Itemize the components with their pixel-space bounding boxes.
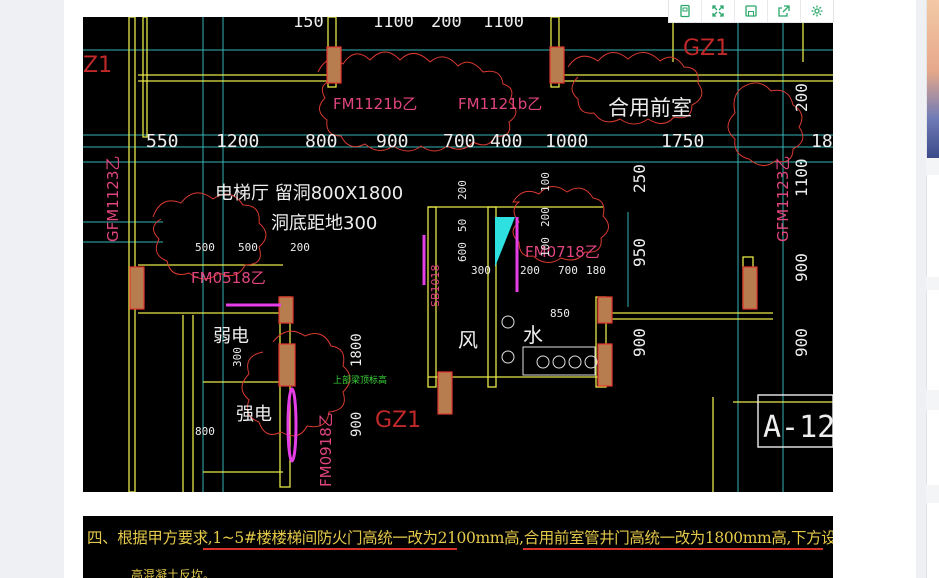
small-dim: 600	[456, 242, 469, 262]
fullscreen-button[interactable]	[701, 0, 734, 22]
share-button[interactable]	[767, 0, 800, 22]
dim-text: 800	[305, 131, 338, 152]
room-label: 合用前室	[608, 96, 692, 120]
sidebar-card[interactable]	[926, 175, 939, 277]
cad-drawing-canvas: 550 1200 800 900 700 400 1000 1750 180 1…	[83, 17, 833, 492]
image-toolbar	[668, 0, 834, 23]
door-label: FM1121b乙	[458, 95, 542, 113]
dim-text: 900	[376, 131, 409, 152]
cad-drawing-image[interactable]: 550 1200 800 900 700 400 1000 1750 180 1…	[83, 17, 833, 492]
dim-text: 700	[443, 131, 476, 152]
note-underline-1	[203, 548, 457, 550]
side-dim: 900	[630, 328, 649, 357]
small-dim: 200	[456, 180, 469, 200]
door-label: FM0918乙	[317, 412, 335, 487]
settings-button[interactable]	[800, 0, 833, 22]
dim-text: 1100	[373, 17, 414, 32]
sidebar-card[interactable]	[926, 410, 939, 485]
small-dim: 200	[290, 241, 310, 254]
column-label: Z1	[83, 53, 112, 78]
room-label: 电梯厅 留洞800X1800	[215, 183, 403, 204]
small-dim: 900	[349, 412, 365, 437]
small-dim: 1800	[349, 333, 365, 367]
sidebar-thumbnail[interactable]	[926, 0, 939, 158]
dim-text: 1100	[483, 17, 524, 32]
share-icon	[778, 5, 790, 17]
door-label: GFM1123乙	[774, 156, 792, 242]
dim-text: 180	[811, 131, 833, 152]
room-label: 风	[458, 328, 478, 352]
side-dim: 900	[792, 253, 811, 282]
side-dim: 1100	[792, 158, 811, 197]
copy-icon	[680, 4, 690, 18]
dim-text: 150	[293, 17, 324, 32]
column-label: GZ1	[683, 36, 729, 61]
small-dim: 200	[520, 264, 540, 277]
side-dim: 950	[630, 238, 649, 267]
small-dim: 100	[539, 172, 552, 192]
small-dim: 500	[195, 241, 215, 254]
title-block-label: A-127	[763, 410, 833, 445]
dim-text: 550	[146, 131, 179, 152]
small-dim: 300	[471, 264, 491, 277]
dim-text: 200	[431, 17, 462, 32]
room-label: 强电	[236, 404, 272, 425]
dim-text: 1750	[661, 131, 704, 152]
door-label: FM0518乙	[191, 269, 266, 287]
column-label: GZ1	[375, 408, 421, 433]
equipment-symbols	[501, 315, 598, 376]
room-label: 水	[523, 323, 543, 347]
cyan-fill-marker	[495, 217, 515, 267]
small-dim: 180	[586, 264, 606, 277]
side-dim: 900	[792, 328, 811, 357]
side-dim: 250	[630, 164, 649, 193]
fullscreen-icon	[712, 5, 724, 17]
room-label: 洞底距地300	[271, 213, 377, 234]
dim-text: 1200	[216, 131, 259, 152]
copy-button[interactable]	[669, 0, 701, 22]
note-line-2: 高混凝土反坎。	[131, 568, 216, 578]
small-dim: 50	[456, 219, 469, 232]
note-line-1: 四、根据甲方要求,1~5#楼楼梯间防火门高统一改为2100mm高,合用前室管井门…	[87, 529, 833, 547]
save-icon	[745, 5, 757, 17]
small-dim: 500	[238, 241, 258, 254]
small-dim: 300	[231, 347, 244, 367]
small-dim: 800	[195, 425, 215, 438]
save-button[interactable]	[734, 0, 767, 22]
dim-text: 1000	[545, 131, 588, 152]
door-label: FM0718乙	[525, 243, 600, 261]
room-label: 弱电	[213, 326, 249, 347]
sidebar-card[interactable]	[926, 290, 939, 390]
small-dim: 850	[550, 307, 570, 320]
small-dim: 100	[539, 237, 552, 257]
dim-text: 400	[490, 131, 523, 152]
small-dim: 200	[539, 207, 552, 227]
door-label: FM1121b乙	[333, 95, 417, 113]
side-dim: 200	[792, 83, 811, 112]
beam-label: 上部梁顶标高	[333, 374, 387, 386]
small-dim: 700	[558, 264, 578, 277]
sidebar-card[interactable]	[926, 503, 939, 578]
shaft-tag: SB1018	[429, 264, 442, 307]
door-label: GFM1123乙	[104, 156, 122, 242]
walls	[128, 17, 833, 492]
note-underline-2	[523, 548, 823, 550]
settings-icon	[811, 5, 823, 17]
note-image[interactable]: 四、根据甲方要求,1~5#楼楼梯间防火门高统一改为2100mm高,合用前室管井门…	[83, 516, 833, 578]
